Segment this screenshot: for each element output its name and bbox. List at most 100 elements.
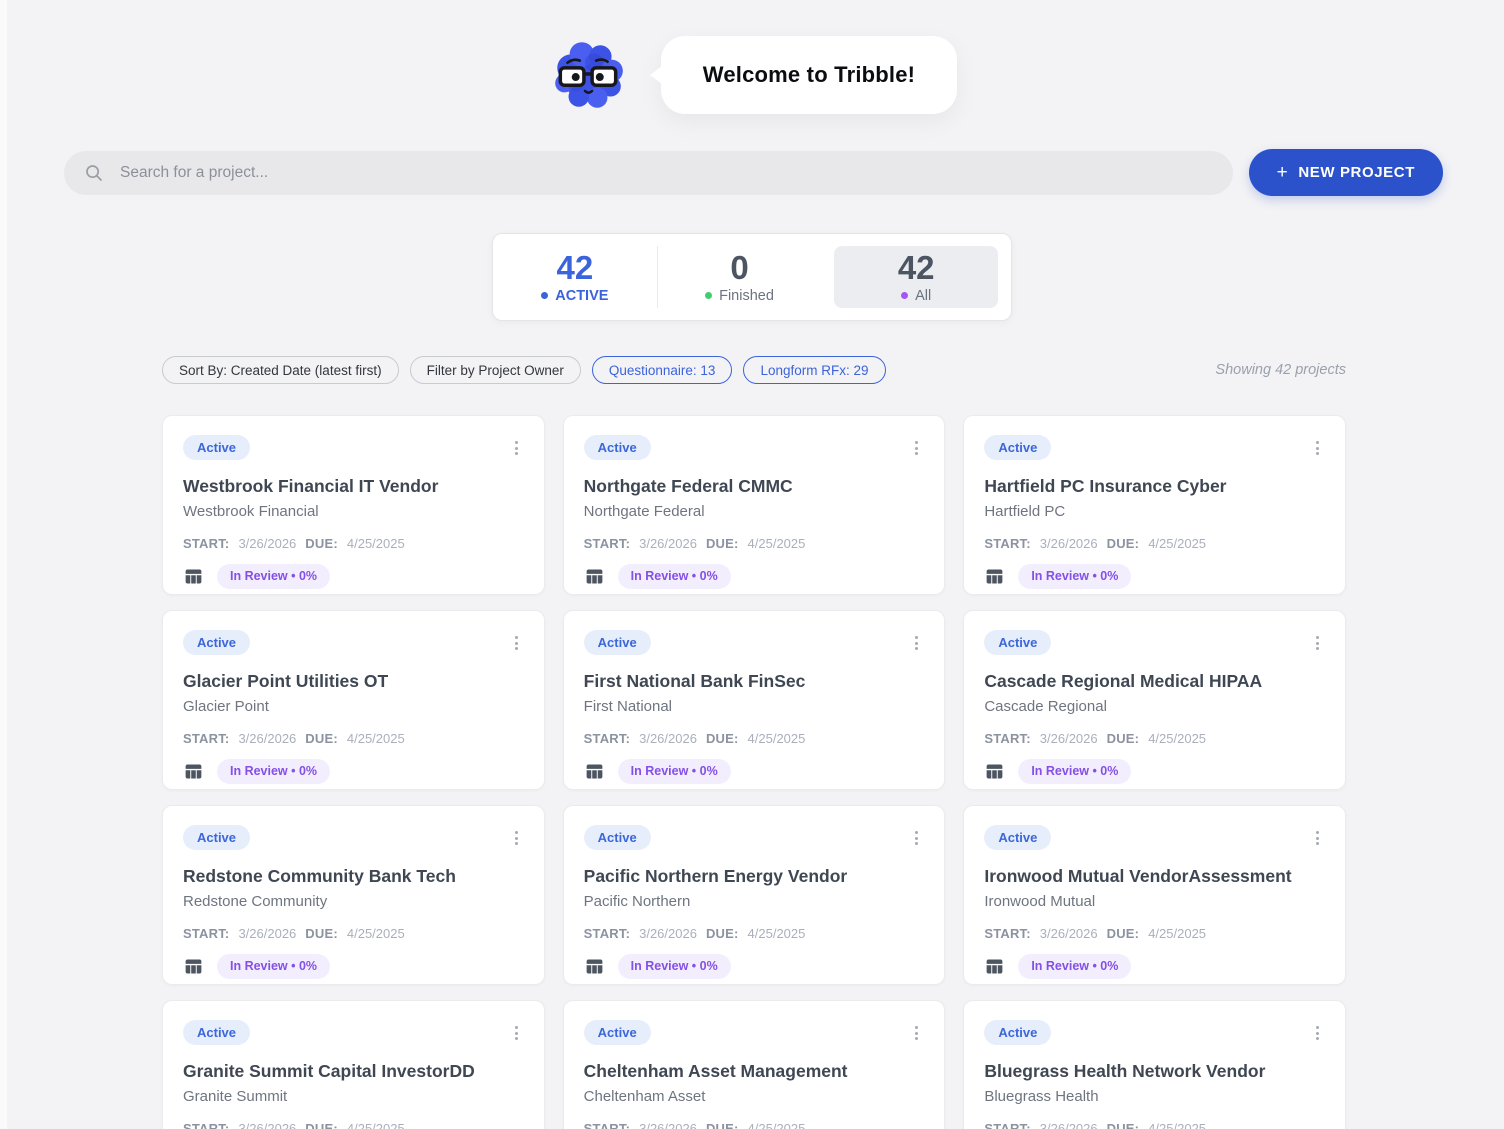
- start-label: START:: [183, 1121, 230, 1129]
- project-title: Pacific Northern Energy Vendor: [583, 866, 848, 886]
- start-date: 3/26/2026: [1039, 1121, 1098, 1129]
- status-badge: Active: [583, 825, 651, 850]
- project-title: Northgate Federal CMMC: [583, 476, 793, 496]
- questionnaire-table-icon: [584, 761, 605, 782]
- kebab-menu-icon[interactable]: [1310, 827, 1325, 849]
- due-date: 4/25/2025: [1148, 731, 1207, 746]
- start-label: START:: [984, 1121, 1031, 1129]
- kebab-menu-icon[interactable]: [509, 827, 524, 849]
- window-edge: [0, 0, 7, 1129]
- questionnaire-table-icon: [584, 956, 605, 977]
- project-title: Glacier Point Utilities OT: [183, 671, 389, 691]
- project-card[interactable]: Active Hartfield PC Insurance Cyber Hart…: [963, 415, 1346, 595]
- project-card[interactable]: Active Redstone Community Bank Tech Reds…: [162, 805, 545, 985]
- status-badge: Active: [583, 630, 651, 655]
- questionnaire-chip[interactable]: Questionnaire: 13: [591, 356, 733, 384]
- start-date: 3/26/2026: [238, 926, 297, 941]
- due-label: DUE:: [705, 536, 739, 551]
- kebab-menu-icon[interactable]: [509, 437, 524, 459]
- kebab-menu-icon[interactable]: [509, 1022, 524, 1044]
- due-date: 4/25/2025: [346, 731, 405, 746]
- project-grid: Active Westbrook Financial IT Vendor Wes…: [162, 415, 1346, 1129]
- start-label: START:: [984, 926, 1031, 941]
- project-card[interactable]: Active Granite Summit Capital InvestorDD…: [162, 1000, 545, 1129]
- project-card[interactable]: Active Glacier Point Utilities OT Glacie…: [162, 610, 545, 790]
- longform-rfx-chip[interactable]: Longform RFx: 29: [743, 356, 886, 384]
- status-badge: Active: [984, 1020, 1052, 1045]
- stat-all-value: 42: [897, 248, 935, 286]
- search-input[interactable]: [120, 163, 1213, 182]
- review-status-badge: In Review • 0%: [617, 564, 731, 589]
- project-dates: START: 3/26/2026 DUE: 4/25/2025: [984, 536, 1325, 551]
- project-card[interactable]: Active Ironwood Mutual VendorAssessment …: [963, 805, 1346, 985]
- stat-finished[interactable]: 0 Finished: [656, 246, 822, 308]
- status-badge: Active: [583, 1020, 651, 1045]
- search-row: + NEW PROJECT: [64, 149, 1443, 196]
- kebab-menu-icon[interactable]: [1310, 632, 1325, 654]
- project-dates: START: 3/26/2026 DUE: 4/25/2025: [584, 926, 925, 941]
- welcome-header: Welcome to Tribble!: [0, 0, 1504, 117]
- review-status-badge: In Review • 0%: [1018, 759, 1132, 784]
- questionnaire-table-icon: [984, 956, 1005, 977]
- project-dates: START: 3/26/2026 DUE: 4/25/2025: [984, 926, 1325, 941]
- welcome-bubble: Welcome to Tribble!: [649, 36, 958, 114]
- status-badge: Active: [984, 630, 1052, 655]
- due-date: 4/25/2025: [747, 731, 806, 746]
- review-status-badge: In Review • 0%: [1018, 564, 1132, 589]
- welcome-text: Welcome to Tribble!: [702, 62, 916, 87]
- stat-all[interactable]: 42 All: [834, 246, 999, 308]
- project-card[interactable]: Active Bluegrass Health Network Vendor B…: [963, 1000, 1346, 1129]
- filter-owner-chip[interactable]: Filter by Project Owner: [409, 356, 581, 384]
- due-date: 4/25/2025: [747, 926, 806, 941]
- new-project-button[interactable]: + NEW PROJECT: [1248, 149, 1443, 196]
- project-company: Cascade Regional: [984, 698, 1107, 715]
- project-title: Granite Summit Capital InvestorDD: [183, 1061, 475, 1081]
- review-status-badge: In Review • 0%: [617, 759, 731, 784]
- project-company: Westbrook Financial: [183, 503, 319, 520]
- status-badge: Active: [984, 435, 1052, 460]
- kebab-menu-icon[interactable]: [909, 1022, 924, 1044]
- project-card[interactable]: Active Pacific Northern Energy Vendor Pa…: [562, 805, 946, 985]
- finished-dot-icon: [705, 292, 713, 299]
- kebab-menu-icon[interactable]: [909, 632, 924, 654]
- start-date: 3/26/2026: [1039, 731, 1098, 746]
- due-label: DUE:: [1106, 1121, 1140, 1129]
- project-card[interactable]: Active Cheltenham Asset Management Chelt…: [562, 1000, 946, 1129]
- due-label: DUE:: [705, 1121, 739, 1129]
- kebab-menu-icon[interactable]: [909, 437, 924, 459]
- stats-summary-card: 42 ACTIVE 0 Finished 42 All: [492, 233, 1012, 321]
- stat-active[interactable]: 42 ACTIVE: [493, 246, 657, 308]
- sort-by-chip[interactable]: Sort By: Created Date (latest first): [162, 356, 399, 384]
- status-badge: Active: [183, 1020, 251, 1045]
- project-company: Hartfield PC: [984, 503, 1066, 520]
- start-label: START:: [583, 536, 631, 551]
- project-company: Bluegrass Health: [984, 1088, 1099, 1105]
- project-title: Hartfield PC Insurance Cyber: [984, 476, 1227, 496]
- project-card[interactable]: Active Northgate Federal CMMC Northgate …: [562, 415, 946, 595]
- due-label: DUE:: [305, 1121, 338, 1129]
- filters-row: Sort By: Created Date (latest first) Fil…: [162, 356, 1346, 384]
- status-badge: Active: [183, 630, 251, 655]
- kebab-menu-icon[interactable]: [509, 632, 524, 654]
- due-label: DUE:: [305, 731, 338, 746]
- kebab-menu-icon[interactable]: [909, 827, 924, 849]
- project-dates: START: 3/26/2026 DUE: 4/25/2025: [984, 731, 1325, 746]
- project-company: Ironwood Mutual: [984, 893, 1096, 910]
- start-date: 3/26/2026: [238, 731, 297, 746]
- project-company: Redstone Community: [183, 893, 328, 910]
- search-box[interactable]: [64, 150, 1233, 195]
- active-dot-icon: [541, 292, 549, 299]
- search-icon: [86, 164, 102, 181]
- kebab-menu-icon[interactable]: [1310, 1022, 1325, 1044]
- project-card[interactable]: Active Westbrook Financial IT Vendor Wes…: [162, 415, 545, 595]
- project-card[interactable]: Active Cascade Regional Medical HIPAA Ca…: [963, 610, 1346, 790]
- review-status-badge: In Review • 0%: [617, 954, 731, 979]
- review-status-badge: In Review • 0%: [1018, 954, 1132, 979]
- due-label: DUE:: [1106, 926, 1140, 941]
- project-title: Cascade Regional Medical HIPAA: [984, 671, 1263, 691]
- kebab-menu-icon[interactable]: [1310, 437, 1325, 459]
- start-date: 3/26/2026: [639, 731, 697, 746]
- project-card[interactable]: Active First National Bank FinSec First …: [562, 610, 946, 790]
- start-date: 3/26/2026: [238, 1121, 297, 1129]
- due-label: DUE:: [305, 536, 338, 551]
